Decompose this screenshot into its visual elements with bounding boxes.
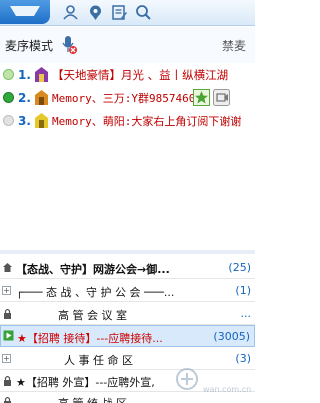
channel-count: (3005) <box>213 330 250 343</box>
queue-user-name: 【天地豪情】月光 、益丨纵横江湖 <box>52 68 229 82</box>
queue-item[interactable]: 1. 【天地豪情】月光 、益丨纵横江湖 <box>0 64 255 86</box>
status-icon <box>3 115 14 126</box>
mic-mode-label[interactable]: 麦序模式 <box>5 37 53 54</box>
channel-name: ★【招聘 外宣】---应聘外宣, <box>16 376 155 389</box>
empty-queue-area <box>0 130 255 250</box>
rank-badge-icon <box>35 90 48 105</box>
channel-name: 人 事 任 命 区 <box>64 354 133 367</box>
queue-item[interactable]: 2. Memory、三万:Y群9857460 <box>0 87 255 109</box>
star-icon <box>193 89 210 106</box>
queue-user-name: Memory、萌阳:大家右上角订阅下谢谢 <box>52 115 242 128</box>
lock-icon <box>4 396 11 403</box>
search-icon[interactable] <box>135 4 152 21</box>
channel-name: ┌─── 态 战 、守 护 公 会 ───... <box>16 286 175 299</box>
channel-name: 高 管 统 战 区 <box>58 395 127 403</box>
channel-count: ... <box>240 307 252 320</box>
location-icon[interactable] <box>87 4 104 21</box>
expand-icon[interactable]: + <box>2 286 11 295</box>
watermark-text: wan.com.cn <box>203 385 251 394</box>
queue-number: 2. <box>18 91 31 105</box>
channel-name: 【态战、守护】网游公会→御... <box>16 263 170 276</box>
queue-number: 1. <box>18 68 31 82</box>
expand-icon[interactable]: + <box>2 354 11 363</box>
rank-badge-icon <box>35 67 48 82</box>
tree-row[interactable]: 高 管 会 议 室 ... <box>0 303 255 325</box>
channel-name: 高 管 会 议 室 <box>58 309 127 322</box>
recording-icon <box>213 89 230 106</box>
lock-icon <box>4 375 11 386</box>
channel-name: ★【招聘 接待】---应聘接待... <box>17 332 163 345</box>
top-toolbar <box>0 0 255 26</box>
queue-number: 3. <box>18 114 31 128</box>
lock-icon <box>4 308 11 319</box>
mic-muted-icon[interactable] <box>61 35 77 55</box>
ban-mic-button[interactable]: 禁麦 <box>222 37 246 54</box>
panel-splitter[interactable] <box>0 250 255 254</box>
channel-count: (25) <box>228 261 251 274</box>
status-icon <box>3 92 14 103</box>
queue-tab[interactable] <box>0 0 50 24</box>
rank-badge-icon <box>35 113 48 128</box>
status-icon <box>3 69 14 80</box>
watermark-logo: wan.com.cn <box>176 368 251 394</box>
active-channel-icon <box>3 330 14 341</box>
home-icon <box>3 263 12 272</box>
notes-icon[interactable] <box>111 4 128 21</box>
tree-row[interactable]: 【态战、守护】网游公会→御... (25) <box>0 257 255 279</box>
queue-tab-icon <box>10 6 40 16</box>
mic-mode-bar: 麦序模式 禁麦 <box>0 27 255 63</box>
channel-count: (1) <box>235 284 251 297</box>
tree-row[interactable]: + ┌─── 态 战 、守 护 公 会 ───... (1) <box>0 280 255 302</box>
queue-item[interactable]: 3. Memory、萌阳:大家右上角订阅下谢谢 <box>0 110 255 132</box>
tree-row-selected[interactable]: ★【招聘 接待】---应聘接待... (3005) <box>0 325 255 347</box>
queue-user-name: Memory、三万:Y群9857460 <box>52 92 196 105</box>
channel-count: (3) <box>235 352 251 365</box>
user-icon[interactable] <box>62 4 79 21</box>
